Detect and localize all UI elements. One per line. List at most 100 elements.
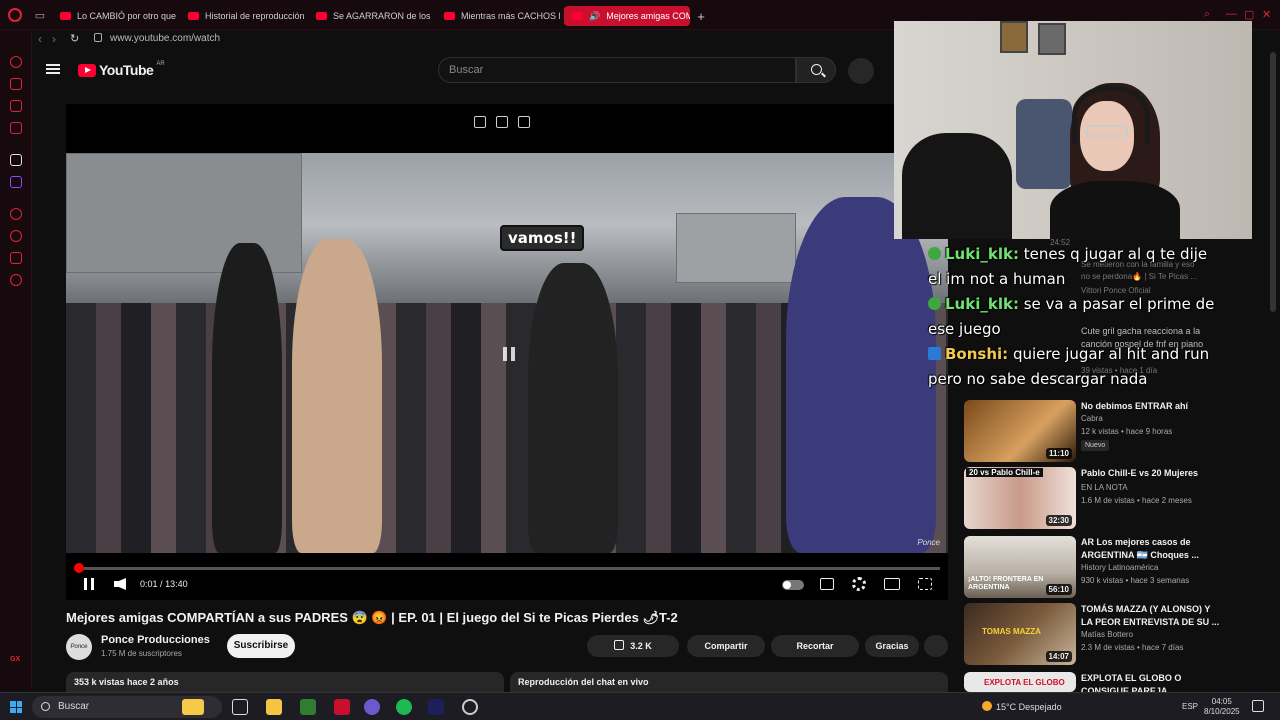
rec-thumbnail[interactable]: TOMAS MAZZA 14:07 [964,603,1076,665]
rec-thumbnail[interactable]: 11:10 [964,400,1076,462]
settings-icon[interactable] [10,274,22,286]
notifications-icon[interactable] [1252,700,1264,712]
skip-next-icon[interactable] [518,116,530,128]
share-button[interactable]: Compartir [687,635,765,657]
settings-gear-icon[interactable] [852,577,866,591]
tiktok-icon[interactable] [10,154,22,166]
windows-start-icon[interactable] [10,701,22,713]
tab-label: Mientras más CACHOS le [461,11,560,21]
file-explorer-icon[interactable] [266,699,282,715]
opera-logo-icon[interactable] [8,8,22,22]
excel-icon[interactable] [300,699,316,715]
like-button[interactable]: 3.2 K [587,635,679,657]
youtube-header: YouTube AR Buscar [32,52,896,88]
video-player[interactable]: vamos!! Ponce 0:01 / 13:40 [66,104,948,600]
share-to-icon[interactable] [496,116,508,128]
search-button[interactable] [796,57,836,83]
tab-2[interactable]: Historial de reproducción [180,6,304,26]
tab-label: Historial de reproducción [205,11,304,21]
rec-thumbnail[interactable]: ¡ALTO! FRONTERA EN ARGENTINA 56:10 [964,536,1076,598]
maximize-icon[interactable]: ▢ [1244,8,1254,21]
new-badge: Nuevo [1081,440,1110,451]
building-right [676,213,796,283]
rec-title[interactable]: Pablo Chill-E vs 20 Mujeres [1081,467,1221,480]
discord-icon[interactable] [364,699,380,715]
thanks-button[interactable]: Gracias [865,635,919,657]
forward-icon[interactable]: › [52,32,56,46]
youtube-favicon-icon [572,12,583,20]
rec-title[interactable]: TOMÁS MAZZA (Y ALONSO) Y LA PEOR ENTREVI… [1081,603,1221,629]
tab-islands-icon[interactable]: ▭ [32,8,48,24]
extensions-icon[interactable] [10,252,22,264]
tab-1[interactable]: Lo CAMBIÓ por otro que f [52,6,176,26]
reload-icon[interactable]: ↻ [70,32,79,45]
search-highlight-icon[interactable] [182,699,204,715]
tab-4[interactable]: Mientras más CACHOS le [436,6,560,26]
tab-3[interactable]: Se AGARRARON de los Pe [308,6,432,26]
language-indicator[interactable]: ESP [1182,702,1198,711]
tab-label: Mejores amigas COMP [606,11,690,21]
menu-icon[interactable] [46,64,60,74]
video-frame[interactable]: vamos!! Ponce [66,153,948,553]
messenger-icon[interactable] [10,100,22,112]
back-icon[interactable]: ‹ [38,32,42,46]
search-input[interactable]: Buscar [438,57,796,83]
rec-title[interactable]: AR Los mejores casos de ARGENTINA 🇦🇷 Cho… [1081,536,1221,562]
rec-channel[interactable]: EN LA NOTA [1081,483,1128,492]
fullscreen-icon[interactable] [918,578,932,590]
rec-channel[interactable]: Cabra [1081,414,1103,423]
close-icon[interactable]: ✕ [1262,8,1271,21]
volume-icon[interactable] [114,578,126,590]
theater-mode-icon[interactable] [884,578,900,590]
chat-username: Bonshi [945,345,1003,363]
subtitles-icon[interactable] [820,578,834,590]
weather-widget[interactable]: 15°C Despejado [982,701,1062,712]
channel-avatar[interactable]: Ponce [66,634,92,660]
miniplayer-icon[interactable] [474,116,486,128]
account-avatar[interactable] [848,58,874,84]
premiere-icon[interactable] [428,699,444,715]
gx-logo-icon[interactable]: GX [10,656,20,663]
new-tab-button[interactable]: + [694,9,708,24]
rec-channel[interactable]: Matías Bottero [1081,630,1133,639]
aria-icon[interactable] [10,56,22,68]
progress-scrubber[interactable] [74,563,84,573]
tab-5-active[interactable]: 🔊 Mejores amigas COMP [564,6,690,26]
bag-icon[interactable] [10,78,22,90]
player-icon[interactable] [10,208,22,220]
youtube-logo[interactable]: YouTube AR [78,61,165,78]
speaker-icon[interactable]: 🔊 [589,11,600,22]
tab-label: Lo CAMBIÓ por otro que f [77,11,176,21]
wall-picture [1000,21,1028,53]
spotify-icon[interactable] [396,699,412,715]
url-text[interactable]: www.youtube.com/watch [110,33,220,44]
autoplay-toggle[interactable] [782,580,804,590]
rec-channel[interactable]: History Latinoamérica [1081,563,1158,572]
sun-icon [982,701,992,711]
clock[interactable]: 04:05 8/10/2025 [1204,697,1240,717]
pause-button[interactable] [84,578,94,590]
youtube-play-icon [78,63,96,77]
page-scrollbar[interactable] [1270,52,1276,312]
clip-button[interactable]: Recortar [771,635,859,657]
search-tabs-icon[interactable]: ⌕ [1204,8,1210,21]
task-view-icon[interactable] [232,699,248,715]
lock-icon[interactable] [94,33,102,42]
more-actions-button[interactable] [924,635,948,657]
subscribe-button[interactable]: Suscribirse [227,634,295,658]
twitch-icon[interactable] [10,176,22,188]
history-icon[interactable] [10,230,22,242]
mail-icon[interactable] [10,122,22,134]
rec-duration: 11:10 [1045,448,1072,459]
opera-gx-taskbar-icon[interactable] [334,699,350,715]
rec-thumbnail[interactable]: EXPLOTA EL GLOBO [964,672,1076,692]
tab-strip: ▭ Lo CAMBIÓ por otro que f Historial de … [32,6,708,26]
obs-icon[interactable] [462,699,478,715]
rec-thumbnail[interactable]: 20 vs Pablo Chill-e 32:30 [964,467,1076,529]
webcam-overlay [894,21,1252,239]
channel-name[interactable]: Ponce Producciones [101,634,210,646]
progress-bar[interactable] [74,563,940,573]
minimize-icon[interactable]: — [1226,8,1237,20]
rec-thumb-text: ¡ALTO! FRONTERA EN ARGENTINA [968,576,1044,591]
youtube-wordmark: YouTube [99,62,154,78]
